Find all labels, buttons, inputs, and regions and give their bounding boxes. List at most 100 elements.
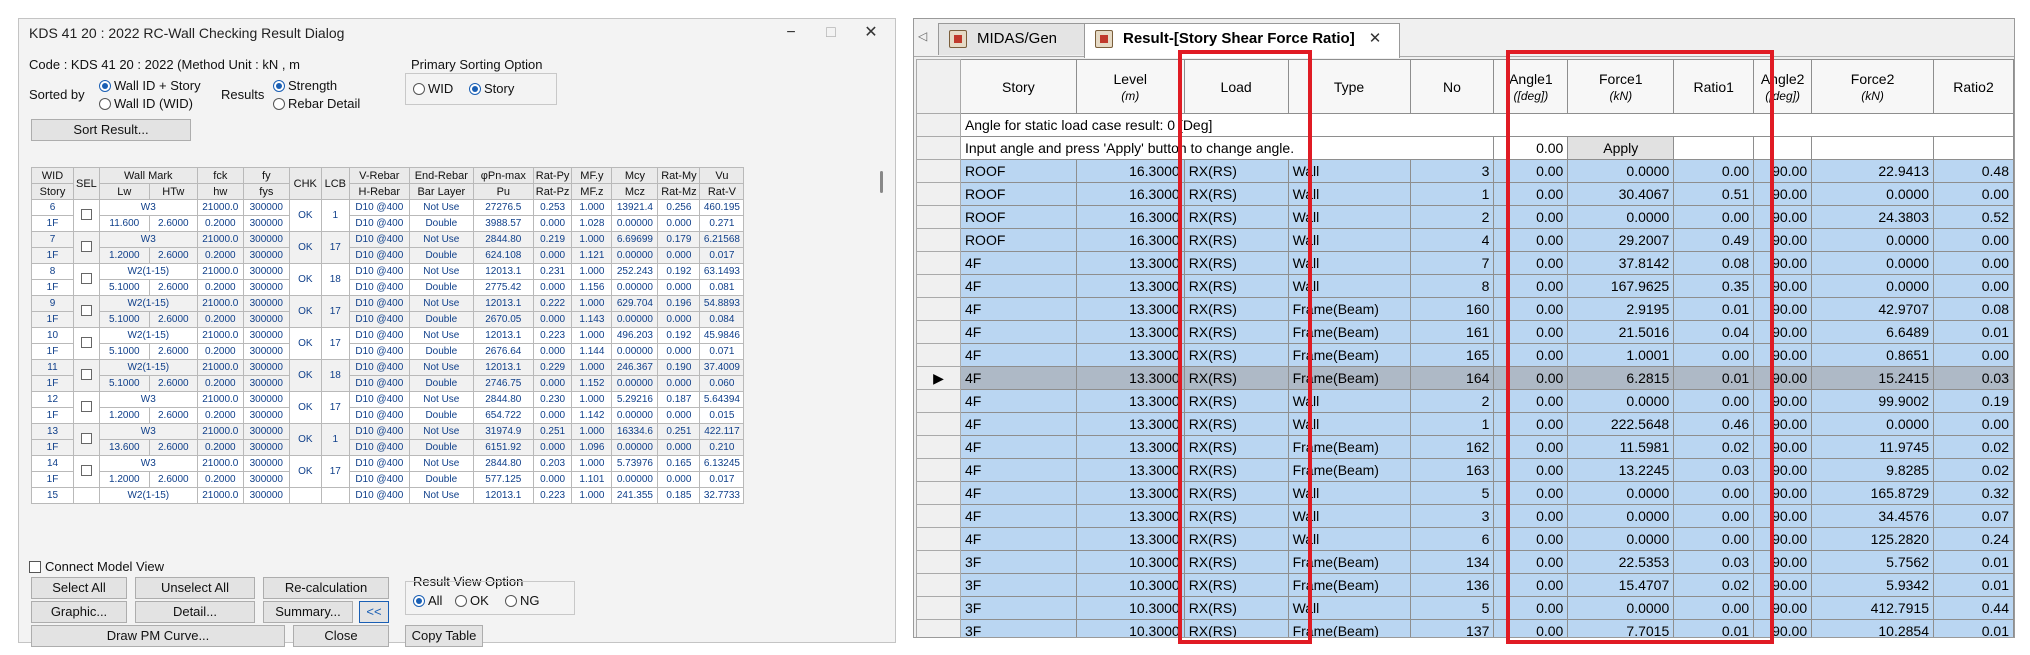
table-row[interactable]: ROOF 16.3000 RX(RS) Wall 3 0.00 0.0000 0.00 90.0… <box>916 159 2014 183</box>
angle-input[interactable]: 0.00 <box>1493 136 1569 160</box>
summary-button[interactable]: Summary... <box>263 601 353 623</box>
column-header[interactable]: φPn-max <box>472 167 534 184</box>
table-row[interactable]: 1F 1.2000 2.6000 0.2000 300000 D10 @400 Double… <box>31 471 745 488</box>
column-header[interactable]: WID <box>31 167 74 184</box>
column-header[interactable]: H-Rebar <box>348 183 410 200</box>
column-header[interactable]: Force2 (kN) <box>1811 59 1934 114</box>
column-header[interactable]: Story <box>31 183 74 200</box>
row-indicator[interactable] <box>916 389 961 413</box>
table-row[interactable]: 1F 5.1000 2.6000 0.2000 300000 D10 @400 Double… <box>31 343 745 360</box>
column-header[interactable]: Wall Mark <box>98 167 198 184</box>
table-row[interactable]: 4F 13.3000 RX(RS) Wall 6 0.00 0.0000 0.00 90.00 1… <box>916 527 2014 551</box>
table-row[interactable]: 1F 1.2000 2.6000 0.2000 300000 D10 @400 Double… <box>31 407 745 424</box>
table-row[interactable]: 11 W2(1-15) 21000.0 300000 OK 18 D10 @400 Not U… <box>31 359 745 392</box>
table-row[interactable]: 4F 13.3000 RX(RS) Wall 5 0.00 0.0000 0.00 90.00 1… <box>916 481 2014 505</box>
column-header[interactable]: MF.y <box>571 167 613 184</box>
table-row[interactable]: 4F 13.3000 RX(RS) Wall 7 0.00 37.8142 0.08 90.00… <box>916 251 2014 275</box>
table-row[interactable]: 4F 13.3000 RX(RS) Wall 3 0.00 0.0000 0.00 90.00 3… <box>916 504 2014 528</box>
column-header[interactable]: Rat-Pz <box>532 183 573 200</box>
select-checkbox-cell[interactable] <box>73 455 100 488</box>
results-strength-radio[interactable]: Strength <box>273 78 337 93</box>
table-row[interactable]: 7 W3 21000.0 300000 OK 17 D10 @400 Not Use 2844.… <box>31 231 745 264</box>
column-header[interactable]: fy <box>242 167 290 184</box>
table-row[interactable]: 9 W2(1-15) 21000.0 300000 OK 17 D10 @400 Not Us… <box>31 295 745 328</box>
column-header[interactable]: LCB <box>320 167 350 200</box>
table-row[interactable]: 12 W3 21000.0 300000 OK 17 D10 @400 Not Use 2844… <box>31 391 745 424</box>
sort-wallid-story-radio[interactable]: Wall ID + Story <box>99 78 201 93</box>
close-button[interactable]: Close <box>293 625 389 647</box>
unselect-all-button[interactable]: Unselect All <box>135 577 255 599</box>
detail-button[interactable]: Detail... <box>135 601 255 623</box>
row-indicator[interactable] <box>916 458 961 482</box>
tab-close-icon[interactable]: ✕ <box>1369 24 1382 54</box>
view-ok-radio[interactable]: OK <box>455 593 489 608</box>
table-row[interactable]: 6 W3 21000.0 300000 OK 1 D10 @400 Not Use 27276.… <box>31 199 745 232</box>
table-row[interactable]: 8 W2(1-15) 21000.0 300000 OK 18 D10 @400 Not Us… <box>31 263 745 296</box>
column-header[interactable]: Mcz <box>611 183 659 200</box>
column-header[interactable]: Load <box>1183 59 1289 114</box>
column-header[interactable]: Rat-Py <box>532 167 573 184</box>
column-header[interactable]: Type <box>1287 59 1411 114</box>
table-row[interactable]: 3F 10.3000 RX(RS) Frame(Beam) 134 0.00 22.5353… <box>916 550 2014 574</box>
column-header[interactable]: No <box>1409 59 1495 114</box>
table-row[interactable]: 15 W2(1-15) 21000.0 300000 D10 @400 Not Use 12… <box>31 487 745 504</box>
row-indicator[interactable] <box>916 113 961 137</box>
column-header[interactable]: Level (m) <box>1075 59 1185 114</box>
row-indicator[interactable] <box>916 573 961 597</box>
table-row[interactable]: 3F 10.3000 RX(RS) Frame(Beam) 136 0.00 15.4707… <box>916 573 2014 597</box>
column-header[interactable]: Story <box>959 59 1077 114</box>
column-header[interactable]: Rat-V <box>699 183 745 200</box>
tab-story-shear-force-ratio[interactable]: Result-[Story Shear Force Ratio] ✕ <box>1084 23 1400 58</box>
table-row[interactable]: ROOF 16.3000 RX(RS) Wall 2 0.00 0.0000 0.00 90.0… <box>916 205 2014 229</box>
column-header[interactable]: Bar Layer <box>408 183 474 200</box>
row-indicator[interactable] <box>916 504 961 528</box>
row-indicator[interactable] <box>916 527 961 551</box>
select-checkbox-cell[interactable] <box>73 359 100 392</box>
tab-scroll-left-icon[interactable]: ◁ <box>918 29 927 43</box>
select-checkbox-cell[interactable] <box>73 423 100 456</box>
row-indicator[interactable] <box>916 228 961 252</box>
select-checkbox-cell[interactable] <box>73 263 100 296</box>
row-indicator[interactable] <box>916 182 961 206</box>
row-indicator[interactable] <box>916 320 961 344</box>
table-row[interactable]: ▶ 4F 13.3000 RX(RS) Frame(Beam) 164 0.00 6.2815… <box>916 366 2014 390</box>
row-indicator[interactable] <box>916 274 961 298</box>
table-row[interactable]: 3F 10.3000 RX(RS) Frame(Beam) 137 0.00 7.7015 0… <box>916 619 2014 637</box>
collapse-button[interactable]: << <box>359 601 389 623</box>
table-row[interactable]: 1F 5.1000 2.6000 0.2000 300000 D10 @400 Double… <box>31 279 745 296</box>
table-row[interactable]: 13 W3 21000.0 300000 OK 1 D10 @400 Not Use 31974… <box>31 423 745 456</box>
draw-pm-curve-button[interactable]: Draw PM Curve... <box>31 625 285 647</box>
column-header[interactable]: Angle1 ([deg]) <box>1493 59 1569 114</box>
sort-result-button[interactable]: Sort Result... <box>31 119 191 141</box>
row-indicator[interactable] <box>916 619 961 637</box>
column-header[interactable]: CHK <box>288 167 322 200</box>
view-ng-radio[interactable]: NG <box>505 593 540 608</box>
apply-button[interactable]: Apply <box>1567 136 1675 160</box>
column-header[interactable]: V-Rebar <box>348 167 410 184</box>
row-indicator[interactable] <box>916 343 961 367</box>
column-header[interactable]: Angle2 ([deg]) <box>1753 59 1813 114</box>
table-row[interactable]: 1F 1.2000 2.6000 0.2000 300000 D10 @400 Double… <box>31 247 745 264</box>
column-header[interactable]: Ratio2 <box>1933 59 2014 114</box>
row-indicator[interactable] <box>916 596 961 620</box>
column-header[interactable]: Pu <box>472 183 534 200</box>
table-row[interactable]: ROOF 16.3000 RX(RS) Wall 4 0.00 29.2007 0.49 90.… <box>916 228 2014 252</box>
table-row[interactable]: 4F 13.3000 RX(RS) Wall 2 0.00 0.0000 0.00 90.00 9… <box>916 389 2014 413</box>
column-header[interactable]: fck <box>196 167 244 184</box>
primary-wid-radio[interactable]: WID <box>413 81 453 96</box>
column-header[interactable]: HTw <box>148 183 198 200</box>
table-row[interactable]: 10 W2(1-15) 21000.0 300000 OK 17 D10 @400 Not U… <box>31 327 745 360</box>
table-row[interactable]: 4F 13.3000 RX(RS) Frame(Beam) 160 0.00 2.9195 0… <box>916 297 2014 321</box>
select-checkbox-cell[interactable] <box>73 391 100 424</box>
table-row[interactable]: 4F 13.3000 RX(RS) Frame(Beam) 162 0.00 11.5981… <box>916 435 2014 459</box>
table-row[interactable]: 14 W3 21000.0 300000 OK 17 D10 @400 Not Use 2844… <box>31 455 745 488</box>
table-row[interactable]: 1F 5.1000 2.6000 0.2000 300000 D10 @400 Double… <box>31 311 745 328</box>
row-indicator[interactable] <box>916 159 961 183</box>
select-checkbox-cell[interactable] <box>73 199 100 232</box>
table-row[interactable]: 1F 5.1000 2.6000 0.2000 300000 D10 @400 Double… <box>31 375 745 392</box>
column-header[interactable]: MF.z <box>571 183 613 200</box>
sort-wallid-radio[interactable]: Wall ID (WID) <box>99 96 193 111</box>
table-row[interactable]: 4F 13.3000 RX(RS) Frame(Beam) 163 0.00 13.2245… <box>916 458 2014 482</box>
row-indicator[interactable] <box>916 550 961 574</box>
row-indicator[interactable] <box>916 136 961 160</box>
